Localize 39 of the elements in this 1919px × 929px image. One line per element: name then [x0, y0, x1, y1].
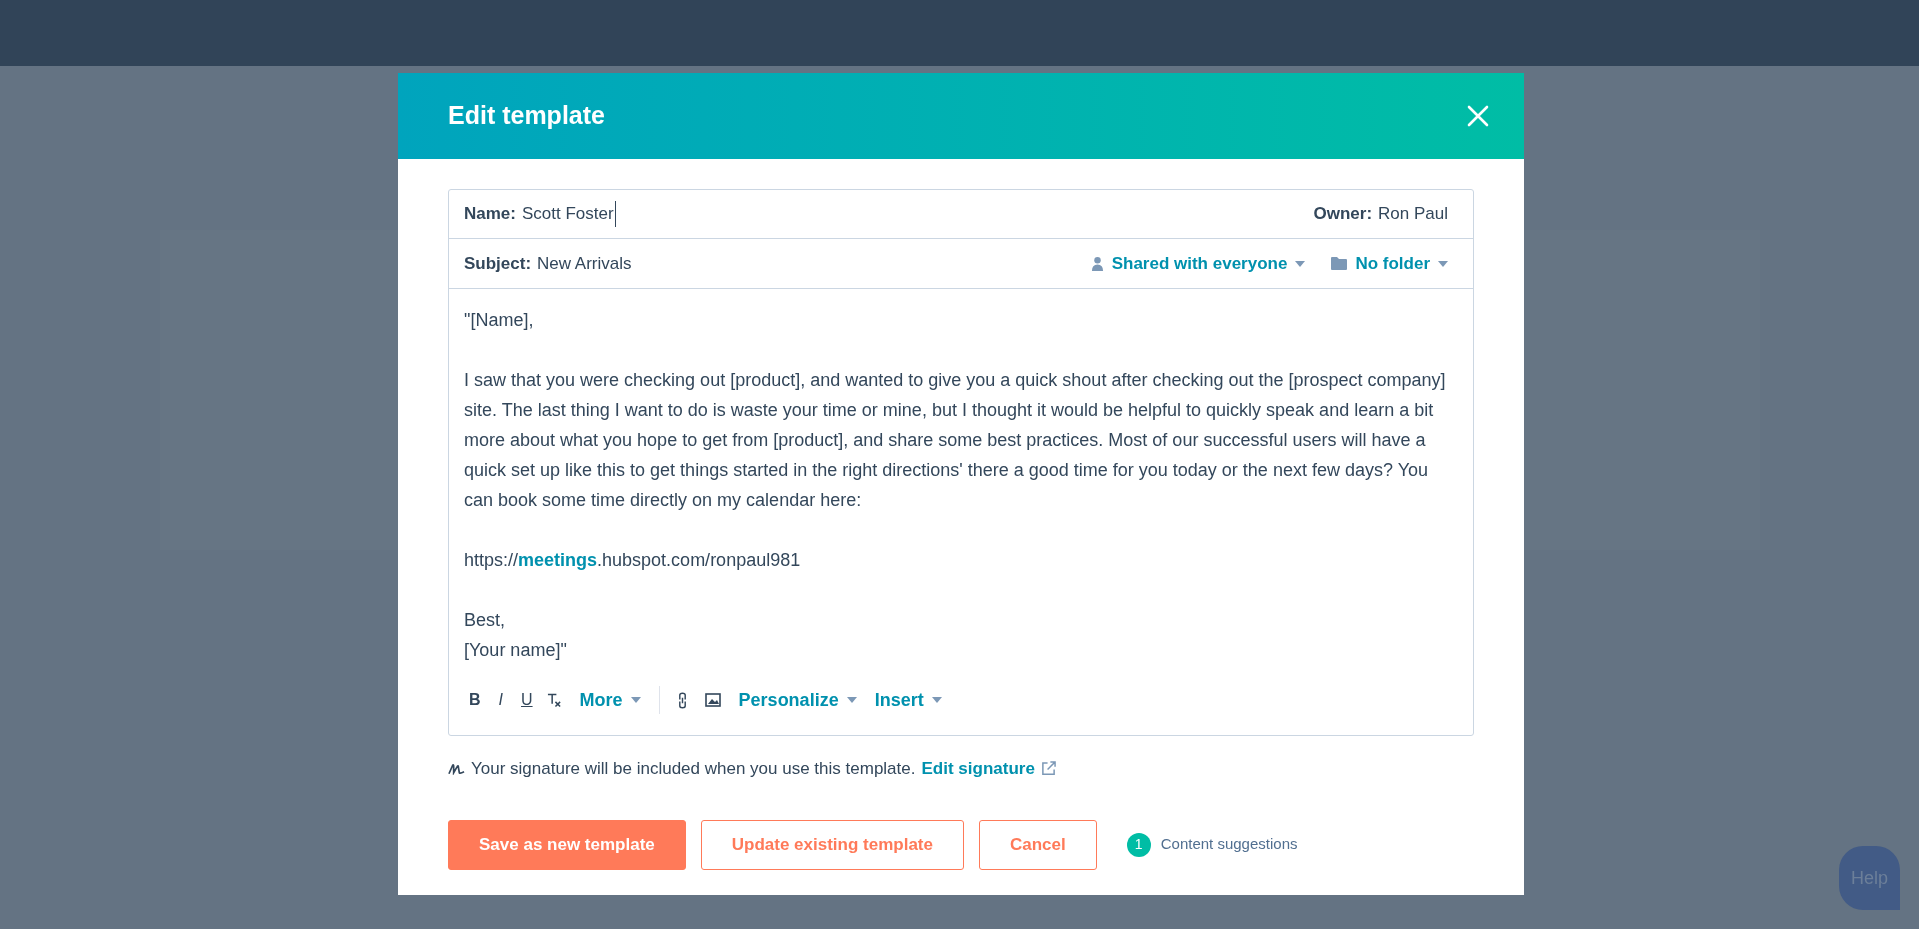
email-body-text: I saw that you were checking out [product], and wanted to give you a quick shout after checking out the [prospect company] site. The last thing I want to do is waste your time or mine, but I thought it would be helpful to quickly speak and learn a bit more about what you hope to get from [product], and share some best practices. Most of our successful users will have a quick set up like this to get things started in the right directions' there a good time for you today or the next few days? You can book some time directly on my calendar here:: [464, 369, 1447, 512]
name-label: Name:: [464, 203, 516, 226]
email-body-text: [Your name]": [464, 639, 568, 662]
caret-icon: [1438, 260, 1448, 267]
folder-dropdown[interactable]: No folder: [1331, 250, 1448, 277]
italic-button[interactable]: I: [498, 688, 503, 712]
update-existing-template-button[interactable]: Update existing template: [700, 819, 964, 870]
signature-icon: [448, 762, 465, 775]
subject-field[interactable]: New Arrivals: [537, 250, 632, 277]
caret-icon: [1295, 260, 1306, 267]
sharing-dropdown[interactable]: Shared with everyone: [1090, 250, 1306, 277]
owner-label: Owner:: [1313, 203, 1373, 226]
insert-dropdown[interactable]: Insert: [874, 686, 942, 714]
bold-button[interactable]: B: [469, 688, 481, 712]
email-body-text: "[Name],: [464, 309, 535, 332]
image-icon[interactable]: [704, 693, 721, 707]
caret-icon: [630, 697, 641, 703]
owner-value: Ron Paul: [1378, 203, 1448, 226]
cancel-button[interactable]: Cancel: [979, 819, 1097, 870]
caret-icon: [931, 697, 942, 703]
save-as-new-template-button[interactable]: Save as new template: [448, 819, 686, 870]
suggestion-count-badge: 1: [1126, 832, 1151, 857]
subject-label: Subject:: [464, 252, 532, 275]
folder-icon: [1331, 257, 1348, 270]
personalize-dropdown[interactable]: Personalize: [738, 686, 857, 714]
dialog-title: Edit template: [448, 100, 605, 132]
clear-formatting-icon[interactable]: [546, 692, 562, 708]
underline-button[interactable]: U: [521, 688, 533, 712]
edit-signature-link[interactable]: Edit signature: [921, 756, 1056, 782]
name-field[interactable]: Scott Foster: [521, 201, 616, 227]
email-body-text: https://meetings.hubspot.com/ronpaul981: [464, 549, 802, 572]
person-icon: [1090, 256, 1104, 271]
link-icon[interactable]: [677, 691, 687, 709]
more-dropdown[interactable]: More: [579, 686, 641, 714]
signature-note: Your signature will be included when you use this template.: [471, 758, 916, 780]
content-suggestions-link[interactable]: Content suggestions: [1160, 833, 1298, 856]
caret-icon: [846, 697, 857, 703]
external-link-icon: [1040, 761, 1056, 777]
email-body-text: Best,: [464, 609, 507, 632]
